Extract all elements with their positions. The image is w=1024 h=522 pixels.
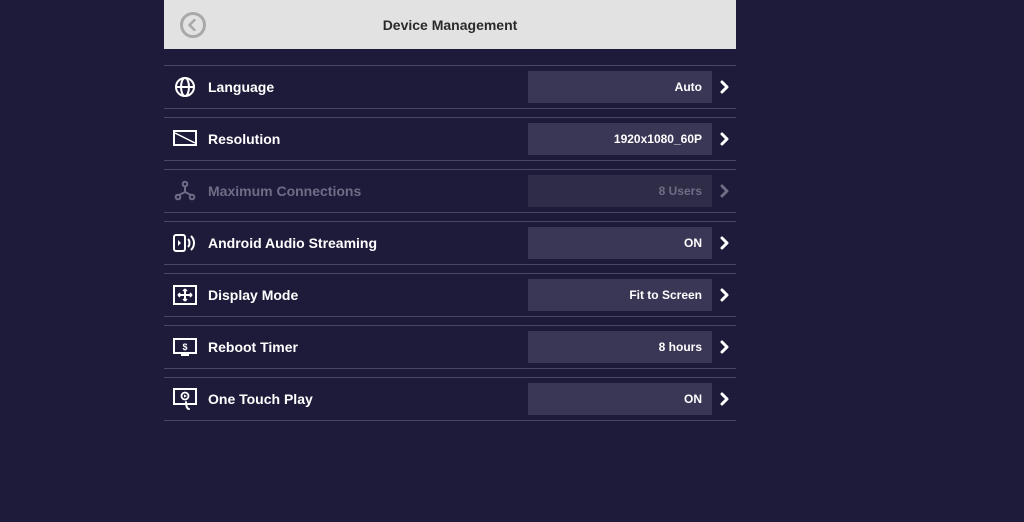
row-resolution[interactable]: Resolution 1920x1080_60P [164, 117, 736, 161]
page-title: Device Management [383, 17, 518, 33]
chevron-right-icon [712, 132, 736, 146]
row-max-connections: Maximum Connections 8 Users [164, 169, 736, 213]
reboot-timer-icon: $ [172, 335, 198, 359]
row-max-connections-label: Maximum Connections [208, 183, 528, 199]
chevron-right-icon [712, 184, 736, 198]
chevron-right-icon [712, 236, 736, 250]
row-language-value: Auto [528, 71, 712, 103]
row-language[interactable]: Language Auto [164, 65, 736, 109]
row-one-touch-play-value: ON [528, 383, 712, 415]
row-one-touch-play-label: One Touch Play [208, 391, 528, 407]
back-button[interactable] [180, 12, 206, 38]
monitor-icon [172, 127, 198, 151]
row-audio-streaming[interactable]: Android Audio Streaming ON [164, 221, 736, 265]
row-resolution-label: Resolution [208, 131, 528, 147]
connections-icon [172, 179, 198, 203]
chevron-right-icon [712, 288, 736, 302]
settings-list: Language Auto Resolution 1920x1080_60P [164, 49, 736, 421]
row-reboot-timer-label: Reboot Timer [208, 339, 528, 355]
row-max-connections-value: 8 Users [528, 175, 712, 207]
row-display-mode-label: Display Mode [208, 287, 528, 303]
chevron-right-icon [712, 340, 736, 354]
header-bar: Device Management [164, 0, 736, 49]
row-resolution-value: 1920x1080_60P [528, 123, 712, 155]
row-reboot-timer[interactable]: $ Reboot Timer 8 hours [164, 325, 736, 369]
row-display-mode-value: Fit to Screen [528, 279, 712, 311]
row-audio-streaming-value: ON [528, 227, 712, 259]
globe-icon [172, 75, 198, 99]
row-language-label: Language [208, 79, 528, 95]
svg-text:$: $ [182, 342, 187, 352]
row-one-touch-play[interactable]: One Touch Play ON [164, 377, 736, 421]
chevron-right-icon [712, 392, 736, 406]
audio-icon [172, 231, 198, 255]
back-arrow-icon [187, 19, 199, 31]
row-reboot-timer-value: 8 hours [528, 331, 712, 363]
chevron-right-icon [712, 80, 736, 94]
display-mode-icon [172, 283, 198, 307]
row-display-mode[interactable]: Display Mode Fit to Screen [164, 273, 736, 317]
one-touch-play-icon [172, 387, 198, 411]
row-audio-streaming-label: Android Audio Streaming [208, 235, 528, 251]
